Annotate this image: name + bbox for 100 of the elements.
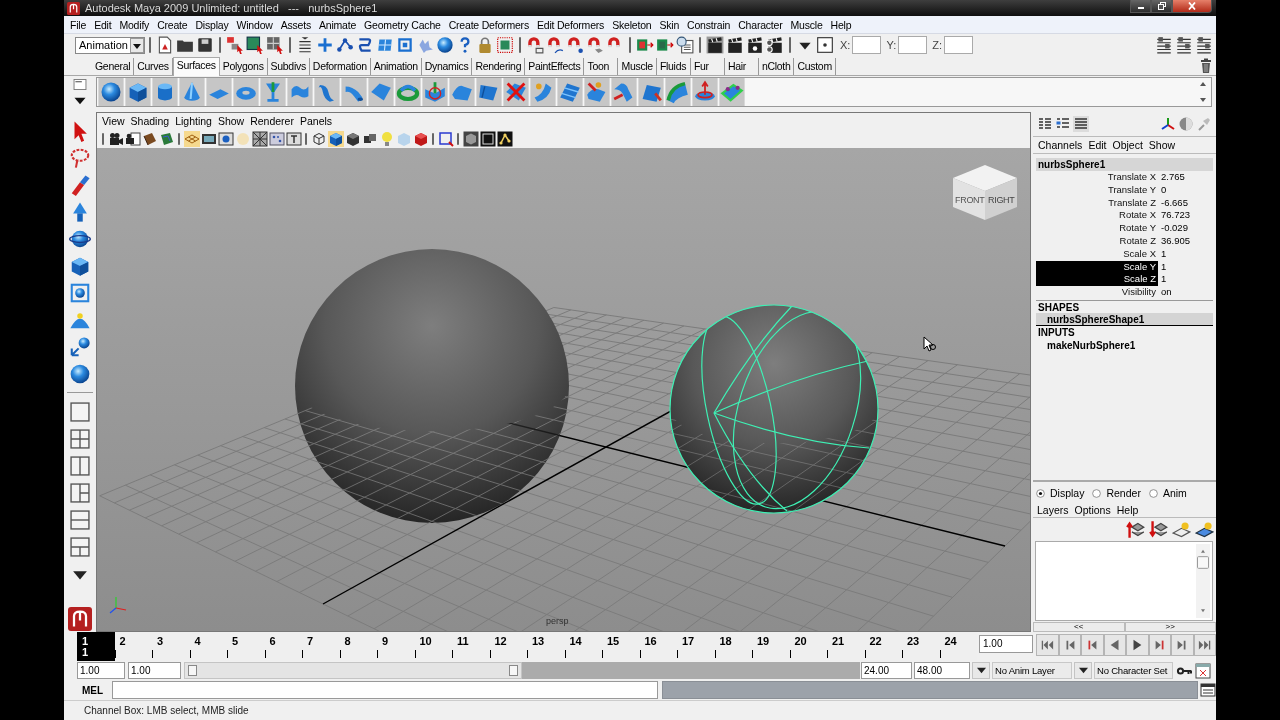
shelf-tab[interactable]: Hair [724, 58, 759, 75]
surface-icon[interactable] [422, 78, 448, 106]
attribute-value[interactable]: 1 [1158, 260, 1213, 274]
brush-icon[interactable] [69, 174, 91, 196]
layer-mode-option[interactable]: Display [1036, 487, 1085, 499]
menu-item[interactable]: Create [153, 18, 192, 31]
menu-item[interactable]: Skeleton [608, 18, 656, 31]
node-curve-icon[interactable] [336, 36, 354, 54]
shelf-tab[interactable]: nCloth [758, 58, 795, 75]
window-icon[interactable] [1200, 682, 1216, 698]
object-name[interactable]: nurbsSphere1 [1036, 158, 1213, 171]
shelf-tab[interactable]: Fluids [656, 58, 691, 75]
attribute-name[interactable]: Rotate Y [1036, 222, 1158, 235]
attribute-name[interactable]: Translate Y [1036, 183, 1158, 197]
menu-item[interactable]: Options [1071, 503, 1114, 516]
node-name[interactable]: makeNurbSphere1 [1036, 338, 1213, 352]
surface-icon[interactable] [314, 78, 340, 106]
close-button[interactable] [1172, 0, 1212, 13]
cube-icon[interactable] [125, 78, 151, 106]
node-name[interactable]: nurbsSphereShape1 [1036, 312, 1213, 326]
sphere-icon[interactable] [69, 363, 91, 385]
attribute-value[interactable]: on [1158, 286, 1213, 299]
ring-icon[interactable] [395, 78, 421, 106]
sphere-ring-icon[interactable] [69, 228, 91, 250]
playback-start-field[interactable]: 1.00 [128, 662, 181, 679]
cylinder-icon[interactable] [152, 78, 178, 106]
playback-button[interactable] [1193, 634, 1216, 656]
sliders-icon[interactable] [1155, 36, 1173, 54]
image-plane-icon[interactable] [158, 130, 175, 147]
range-slider[interactable] [184, 662, 860, 679]
surface-icon[interactable] [584, 78, 610, 106]
clapperboard-icon[interactable] [746, 36, 764, 54]
layers-arrow-icon[interactable] [1149, 520, 1168, 539]
sheet-star-icon[interactable] [1195, 520, 1214, 539]
playback-button[interactable] [1081, 634, 1104, 656]
shelf-tab[interactable]: Deformation [309, 58, 371, 75]
menu-item[interactable]: Muscle [786, 18, 827, 31]
curve-icon[interactable] [356, 36, 374, 54]
square-pointer-icon[interactable] [246, 36, 264, 54]
command-input[interactable] [112, 681, 658, 699]
surface-icon[interactable] [557, 78, 583, 106]
panel-menu-item[interactable]: Show [214, 115, 248, 127]
crop-frame-icon[interactable] [437, 130, 454, 147]
paging-button[interactable]: >> [1124, 622, 1216, 632]
layer-mode-option[interactable]: Render [1092, 487, 1141, 499]
panel-menu-item[interactable]: Shading [127, 115, 173, 127]
attribute-value[interactable]: -6.665 [1158, 196, 1213, 210]
minimize-button[interactable] [1130, 0, 1151, 13]
tube-icon[interactable] [341, 78, 367, 106]
three-panes-icon[interactable] [69, 536, 91, 558]
panel-menu-item[interactable]: Panels [296, 115, 336, 127]
coordinate-field[interactable] [944, 36, 973, 54]
menu-item[interactable]: File [66, 18, 91, 31]
surface-icon[interactable] [719, 78, 745, 106]
attribute-name[interactable]: Rotate Z [1036, 235, 1158, 248]
camera-page-icon[interactable] [124, 130, 141, 147]
menu-item[interactable]: Edit [90, 18, 116, 31]
four-panes-icon[interactable] [69, 428, 91, 450]
playback-button[interactable] [1171, 634, 1194, 656]
clapperboard-icon[interactable] [726, 36, 744, 54]
lines-icon[interactable] [296, 36, 314, 54]
dropdown-button[interactable] [1074, 662, 1092, 679]
menu-item[interactable]: Channels [1035, 139, 1086, 151]
panel-menu-item[interactable]: Lighting [172, 115, 215, 127]
clapperboard-icon[interactable] [706, 36, 724, 54]
surface-icon[interactable] [476, 78, 502, 106]
cube-icon[interactable] [327, 130, 344, 147]
menu-item[interactable]: Geometry Cache [360, 18, 445, 31]
text-frame-icon[interactable] [285, 130, 302, 147]
shelf-tab[interactable]: Subdivs [267, 58, 310, 75]
playback-button[interactable] [1058, 634, 1081, 656]
grid-icon[interactable] [376, 36, 394, 54]
menu-item[interactable]: Layers [1034, 503, 1072, 516]
axes-icon[interactable] [1160, 116, 1176, 132]
surface-icon[interactable] [368, 78, 394, 106]
menu-item[interactable]: Object [1109, 139, 1146, 151]
attribute-value[interactable]: 76.723 [1158, 209, 1213, 223]
range-handle[interactable] [509, 665, 518, 676]
shelf-tab[interactable]: Surfaces [172, 57, 220, 76]
menu-item[interactable]: Show [1145, 139, 1179, 151]
shelf-tab[interactable]: Polygons [219, 58, 268, 75]
list-icon[interactable] [1073, 116, 1089, 132]
surface-icon[interactable] [611, 78, 637, 106]
lasso-icon[interactable] [69, 147, 91, 169]
attribute-name[interactable]: Scale Z [1036, 273, 1158, 287]
sheet-star-icon[interactable] [1172, 520, 1191, 539]
sliders-icon[interactable] [1175, 36, 1193, 54]
current-time-field[interactable]: 1.00 [979, 635, 1033, 653]
restore-button[interactable] [1151, 0, 1172, 13]
frame-icon[interactable] [479, 130, 496, 147]
attribute-name[interactable]: Scale Y [1036, 260, 1158, 274]
attribute-name[interactable]: Visibility [1036, 286, 1158, 299]
frame-arrow-icon[interactable] [656, 36, 674, 54]
dots-frame-icon[interactable] [268, 130, 285, 147]
plus-icon[interactable] [316, 36, 334, 54]
cross-icon[interactable] [503, 78, 529, 106]
attribute-value[interactable]: 1 [1158, 247, 1213, 261]
magnet-icon[interactable] [526, 36, 544, 54]
surface-icon[interactable] [530, 78, 556, 106]
wire-cube-icon[interactable] [310, 130, 327, 147]
